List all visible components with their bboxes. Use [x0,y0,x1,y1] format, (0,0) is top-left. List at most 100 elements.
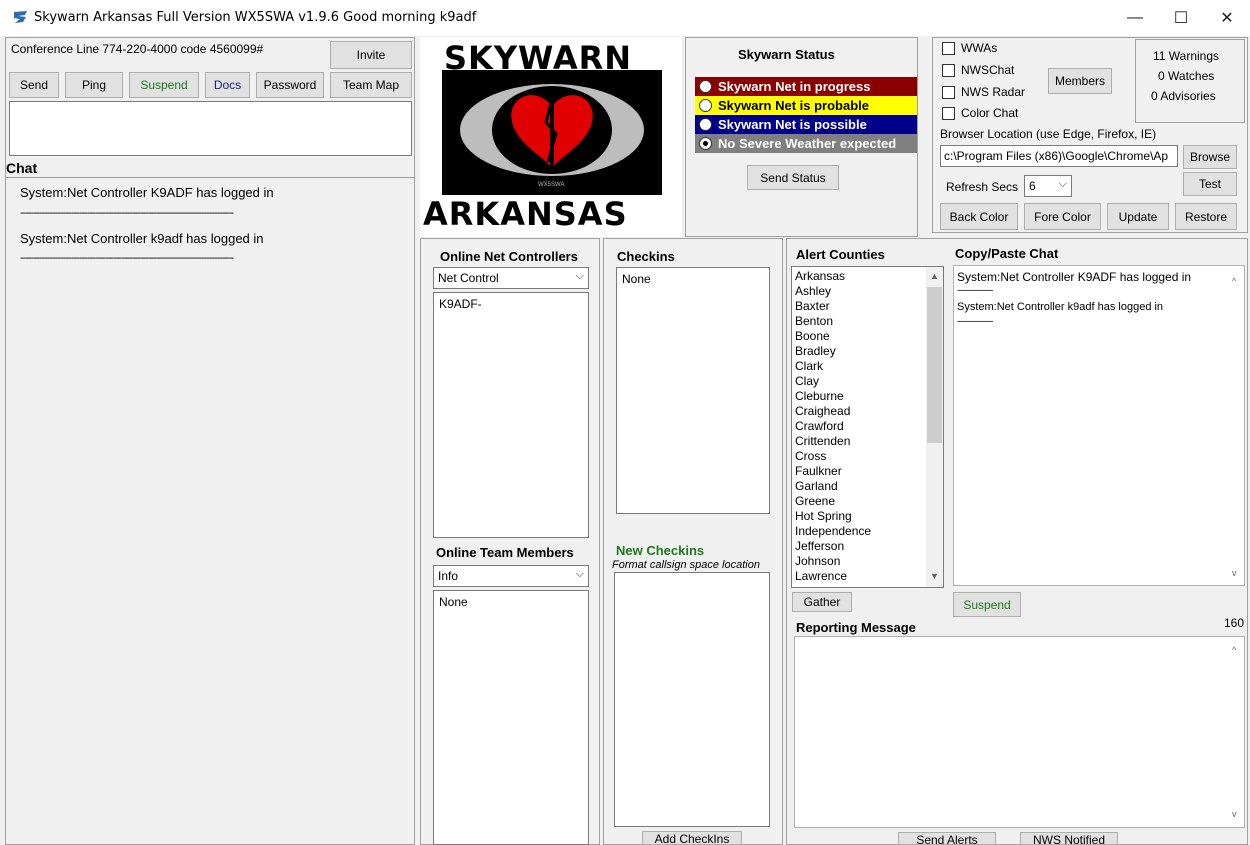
send-button[interactable]: Send [9,72,59,98]
county-item[interactable]: Boone [792,329,924,344]
reporting-char-count: 160 [1224,616,1245,630]
update-button[interactable]: Update [1107,203,1169,230]
nwschat-checkbox[interactable] [942,64,955,77]
county-item[interactable]: Crawford [792,419,924,434]
county-item[interactable]: Cross [792,449,924,464]
county-item[interactable]: Clark [792,359,924,374]
list-item[interactable]: K9ADF- [434,293,588,315]
scroll-up-icon[interactable]: ^ [1232,276,1236,286]
scroll-up-icon[interactable]: ▲ [930,271,939,281]
info-select[interactable]: Info ⌵ [433,565,589,587]
status-option-no-weather[interactable]: No Severe Weather expected [695,134,917,153]
new-checkins-input[interactable] [614,572,770,827]
county-item[interactable]: Cleburne [792,389,924,404]
ping-button[interactable]: Ping [65,72,123,98]
add-checkins-button[interactable]: Add CheckIns [642,831,742,845]
fore-color-button[interactable]: Fore Color [1024,203,1101,230]
county-item[interactable]: Independence [792,524,924,539]
members-button[interactable]: Members [1048,68,1112,94]
county-item[interactable]: Clay [792,374,924,389]
test-button[interactable]: Test [1183,172,1237,196]
chat-heading: Chat [6,160,38,176]
wwas-label: WWAs [961,41,998,55]
color-chat-checkbox[interactable] [942,107,955,120]
reporting-message-input[interactable]: ^ v [794,636,1245,828]
copy-paste-separator: ------------------ [957,316,993,326]
eye-icon [460,84,644,176]
status-option-probable[interactable]: Skywarn Net is probable [695,96,917,115]
county-item[interactable]: Jefferson [792,539,924,554]
scrollbar-thumb[interactable] [927,287,942,443]
logo: SKYWARN WX5SWA ARKANSAS [420,37,682,237]
status-options: Skywarn Net in progress Skywarn Net is p… [695,77,917,153]
net-controllers-heading: Online Net Controllers [440,249,578,264]
county-item[interactable]: Faulkner [792,464,924,479]
reporting-heading: Reporting Message [796,620,916,635]
gather-button[interactable]: Gather [792,592,852,612]
list-item[interactable]: None [617,268,769,290]
net-control-select[interactable]: Net Control ⌵ [433,267,589,289]
send-alerts-button[interactable]: Send Alerts [898,832,996,845]
close-button[interactable]: ✕ [1204,0,1250,36]
logo-bottom-text: ARKANSAS [423,195,628,233]
nws-radar-checkbox[interactable] [942,86,955,99]
checkins-list[interactable]: None [616,267,770,514]
radio-icon [699,118,712,131]
scrollbar[interactable]: ▲ ▼ [926,267,943,587]
county-item[interactable]: Hot Spring [792,509,924,524]
nwschat-label: NWSChat [961,63,1015,77]
status-title: Skywarn Status [738,47,835,62]
chat-area[interactable] [5,177,415,845]
restore-button[interactable]: Restore [1175,203,1237,230]
copy-paste-line: System:Net Controller k9adf has logged i… [957,301,1164,313]
team-members-list[interactable]: None [433,590,589,845]
logo-small-text: WX5SWA [538,182,565,188]
chat-separator: ----------------------------------------… [20,252,234,264]
copy-paste-chat[interactable]: System:Net Controller K9ADF has logged i… [953,265,1245,586]
password-button[interactable]: Password [256,72,324,98]
county-item[interactable]: Johnson [792,554,924,569]
browse-button[interactable]: Browse [1183,145,1237,169]
minimize-button[interactable]: — [1112,0,1158,36]
team-members-heading: Online Team Members [436,545,574,560]
maximize-button[interactable]: ☐ [1158,0,1204,36]
new-checkins-hint: Format callsign space location [612,559,760,571]
send-status-button[interactable]: Send Status [747,165,839,190]
status-option-label: Skywarn Net is probable [718,98,869,113]
radio-icon [699,80,712,93]
county-item[interactable]: Benton [792,314,924,329]
scroll-up-icon[interactable]: ^ [1232,645,1236,655]
county-item[interactable]: Bradley [792,344,924,359]
county-item[interactable]: Greene [792,494,924,509]
county-item[interactable]: Baxter [792,299,924,314]
team-map-button[interactable]: Team Map [330,72,412,98]
alert-counties-list[interactable]: Arkansas Ashley Baxter Benton Boone Bradley Cl… [791,266,944,588]
back-color-button[interactable]: Back Color [940,203,1018,230]
county-item[interactable]: Garland [792,479,924,494]
scroll-down-icon[interactable]: v [1232,568,1237,578]
wwas-checkbox[interactable] [942,42,955,55]
county-item[interactable]: Arkansas [792,269,924,284]
copy-paste-separator: ------------------ [957,285,993,295]
county-item[interactable]: Craighead [792,404,924,419]
net-controllers-list[interactable]: K9ADF- [433,292,589,538]
scroll-down-icon[interactable]: v [1232,809,1237,819]
list-item[interactable]: None [434,591,588,613]
invite-button[interactable]: Invite [330,41,412,69]
suspend-button[interactable]: Suspend [129,72,199,98]
message-input[interactable] [9,101,412,156]
browser-location-input[interactable]: c:\Program Files (x86)\Google\Chrome\Ap [940,145,1178,167]
docs-button[interactable]: Docs [205,72,250,98]
county-item[interactable]: Ashley [792,284,924,299]
refresh-secs-select[interactable]: 6 ⌵ [1024,175,1072,197]
nws-notified-button[interactable]: NWS Notified [1020,832,1118,845]
status-option-in-progress[interactable]: Skywarn Net in progress [695,77,917,96]
status-option-label: Skywarn Net in progress [718,79,871,94]
scroll-down-icon[interactable]: ▼ [930,571,939,581]
county-item[interactable]: Lawrence [792,569,924,584]
chat-separator: ----------------------------------------… [20,207,234,219]
suspend-chat-button[interactable]: Suspend [953,592,1021,617]
window-title: Skywarn Arkansas Full Version WX5SWA v1.… [34,10,477,25]
county-item[interactable]: Crittenden [792,434,924,449]
status-option-possible[interactable]: Skywarn Net is possible [695,115,917,134]
